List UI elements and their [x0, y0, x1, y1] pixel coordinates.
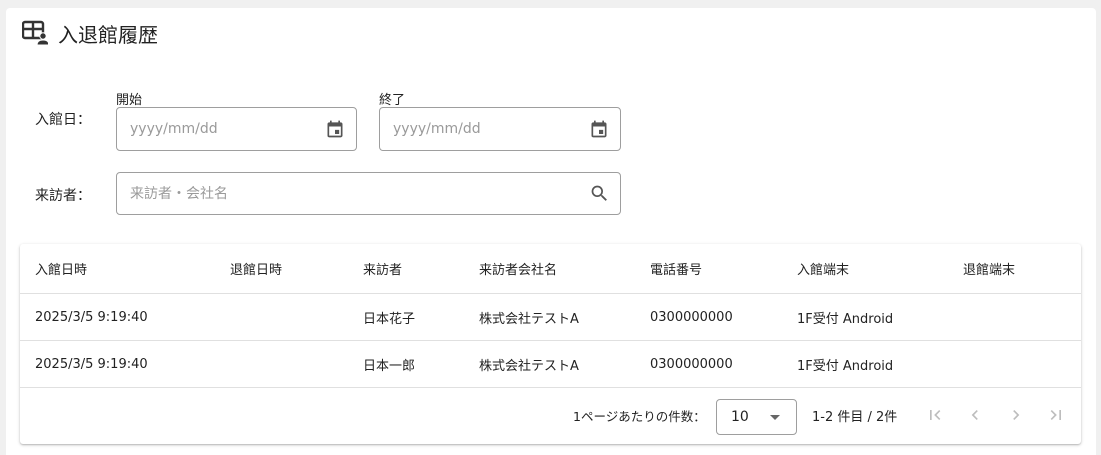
column-header-entry-time[interactable]: 入館日時	[35, 244, 87, 293]
column-header-exit-time[interactable]: 退館日時	[230, 244, 282, 293]
start-date-input[interactable]	[130, 121, 324, 137]
start-date-field[interactable]	[116, 107, 357, 151]
page-range-text: 1-2 件目 / 2件	[812, 410, 898, 425]
visitor-label: 来訪者：	[35, 188, 91, 204]
page-header: 入退館履歴	[22, 20, 158, 47]
next-page-icon[interactable]	[1005, 404, 1027, 426]
cell-entry-time: 2025/3/5 9:19:40	[35, 309, 148, 325]
column-header-visitor[interactable]: 来訪者	[363, 244, 402, 293]
cell-company: 株式会社テストA	[479, 311, 579, 327]
end-date-input[interactable]	[393, 121, 588, 137]
cell-entry-terminal: 1F受付 Android	[797, 311, 894, 327]
visitor-search-input[interactable]	[130, 185, 588, 202]
cell-entry-time: 2025/3/5 9:19:40	[35, 356, 148, 372]
table-row[interactable]: 2025/3/5 9:19:40 日本花子 株式会社テストA 030000000…	[20, 294, 1081, 341]
start-date-label: 開始	[116, 93, 143, 108]
table-header: 入館日時 退館日時 来訪者 来訪者会社名 電話番号 入館端末 退館端末	[20, 244, 1081, 294]
rows-per-page-select[interactable]: 10	[716, 399, 797, 435]
rows-per-page-value: 10	[731, 409, 749, 425]
column-header-exit-terminal[interactable]: 退館端末	[963, 244, 1015, 293]
last-page-icon[interactable]	[1045, 404, 1067, 426]
page-title: 入退館履歴	[58, 22, 158, 47]
cell-entry-terminal: 1F受付 Android	[797, 358, 894, 374]
history-card: 入退館履歴 入館日： 開始 終了 来訪者： 入館日時 退館日時 来訪者 来訪者会…	[6, 8, 1096, 455]
cell-visitor: 日本花子	[363, 311, 416, 327]
cell-company: 株式会社テストA	[479, 358, 579, 374]
rows-per-page-label: 1ページあたりの件数：	[573, 409, 706, 424]
table-row[interactable]: 2025/3/5 9:19:40 日本一郎 株式会社テストA 030000000…	[20, 341, 1081, 388]
end-date-field[interactable]	[379, 107, 621, 151]
calendar-icon[interactable]	[324, 118, 346, 140]
column-header-phone[interactable]: 電話番号	[650, 244, 702, 293]
cell-phone: 0300000000	[650, 356, 733, 372]
cell-visitor: 日本一郎	[363, 358, 416, 374]
visitor-table-icon	[22, 20, 48, 46]
search-icon[interactable]	[588, 183, 610, 205]
end-date-label: 終了	[379, 93, 406, 108]
calendar-icon[interactable]	[588, 118, 610, 140]
column-header-company[interactable]: 来訪者会社名	[479, 244, 557, 293]
visitor-search-field[interactable]	[116, 172, 621, 215]
entry-date-label: 入館日：	[35, 112, 91, 128]
first-page-icon[interactable]	[924, 404, 946, 426]
visit-history-table: 入館日時 退館日時 来訪者 来訪者会社名 電話番号 入館端末 退館端末 2025…	[20, 244, 1081, 444]
cell-phone: 0300000000	[650, 309, 733, 325]
previous-page-icon[interactable]	[964, 404, 986, 426]
table-pagination: 1ページあたりの件数： 10 1-2 件目 / 2件	[20, 388, 1081, 444]
column-header-entry-terminal[interactable]: 入館端末	[797, 244, 849, 293]
caret-down-icon	[770, 415, 780, 420]
